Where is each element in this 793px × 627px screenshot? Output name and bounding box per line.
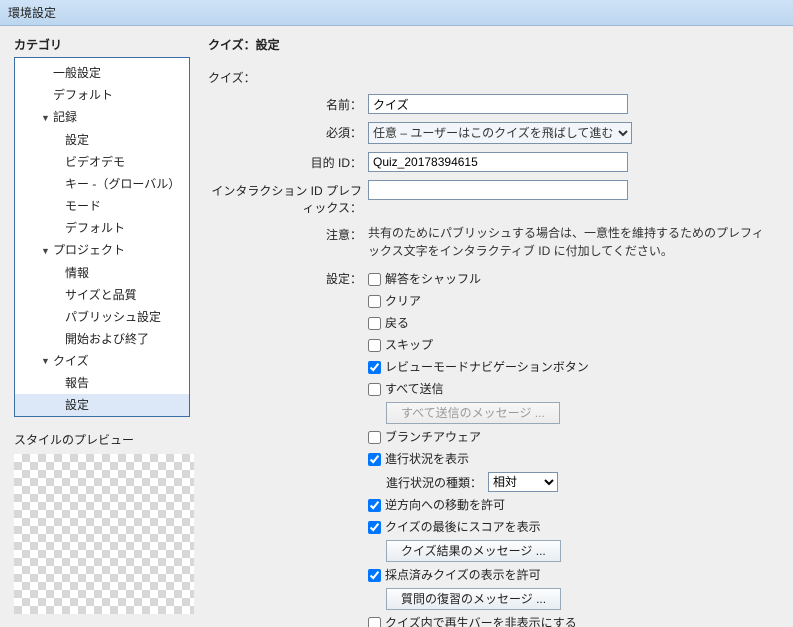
tree-item-label: 設定 (65, 133, 89, 147)
tree-item-label: クイズ (53, 354, 89, 368)
required-select[interactable]: 任意 – ユーザーはこのクイズを飛ばして進むこと... (368, 122, 632, 144)
tree-item[interactable]: ▼クイズ (15, 350, 189, 373)
tree-item[interactable]: デフォルト (15, 84, 189, 106)
check-hide-playbar[interactable]: クイズ内で再生バーを非表示にする (368, 614, 773, 627)
tree-item-label: 情報 (65, 266, 89, 280)
style-preview (14, 454, 194, 614)
window-title: 環境設定 (8, 6, 56, 20)
notice-label: 注意： (208, 224, 368, 243)
tree-item-label: プロジェクト (53, 243, 125, 257)
tree-item[interactable]: 情報 (15, 262, 189, 284)
progress-type-row: 進行状況の種類： 相対 (386, 472, 773, 492)
tree-item[interactable]: パブリッシュ設定 (15, 306, 189, 328)
chevron-down-icon: ▼ (41, 109, 51, 127)
progress-type-label: 進行状況の種類： (386, 474, 482, 491)
tree-item[interactable]: 一般設定 (15, 62, 189, 84)
tree-item[interactable]: 設定 (15, 394, 189, 416)
settings-label: 設定： (208, 270, 368, 287)
tree-item-label: デフォルト (65, 221, 125, 235)
tree-item[interactable]: 報告 (15, 372, 189, 394)
section-title: クイズ：設定 (208, 36, 773, 53)
name-label: 名前： (208, 94, 368, 113)
tree-item[interactable]: デフォルト (15, 217, 189, 239)
tree-item-label: 開始および終了 (65, 332, 149, 346)
check-shuffle[interactable]: 解答をシャッフル (368, 270, 773, 288)
tree-item-label: 報告 (65, 376, 89, 390)
right-pane: クイズ：設定 クイズ： 名前： 必須： 任意 – ユーザーはこのクイズを飛ばして… (200, 26, 793, 627)
interaction-prefix-label: インタラクション ID プレフィックス： (208, 180, 368, 216)
check-show-graded[interactable]: 採点済みクイズの表示を許可 (368, 566, 773, 584)
check-submit-all[interactable]: すべて送信 (368, 380, 773, 398)
tree-item[interactable]: モード (15, 195, 189, 217)
tree-item[interactable]: ▼プロジェクト (15, 239, 189, 262)
tree-item[interactable]: キー -（グローバル） (15, 173, 189, 195)
check-allow-back-nav[interactable]: 逆方向への移動を許可 (368, 496, 773, 514)
objective-id-input[interactable] (368, 152, 628, 172)
tree-item-label: ビデオデモ (65, 155, 125, 169)
tree-item-label: 一般設定 (53, 66, 101, 80)
check-branch-aware[interactable]: ブランチアウェア (368, 428, 773, 446)
review-message-button[interactable]: 質問の復習のメッセージ ... (386, 588, 561, 610)
submit-all-message-button: すべて送信のメッセージ ... (386, 402, 560, 424)
objective-id-label: 目的 ID： (208, 152, 368, 171)
tree-item-label: モード (65, 199, 101, 213)
tree-item-label: 設定 (65, 398, 89, 412)
window-titlebar: 環境設定 (0, 0, 793, 26)
tree-item[interactable]: 開始および終了 (15, 328, 189, 350)
required-label: 必須： (208, 122, 368, 141)
tree-item-label: キー -（グローバル） (65, 177, 180, 191)
tree-item[interactable]: 設定 (15, 129, 189, 151)
check-back[interactable]: 戻る (368, 314, 773, 332)
notice-text: 共有のためにパブリッシュする場合は、一意性を維持するためのプレフィックス文字をイ… (368, 224, 773, 260)
tree-item[interactable]: ビデオデモ (15, 151, 189, 173)
chevron-down-icon: ▼ (41, 242, 51, 260)
style-preview-label: スタイルのプレビュー (14, 431, 190, 448)
check-show-score-end[interactable]: クイズの最後にスコアを表示 (368, 518, 773, 536)
tree-item-label: サイズと品質 (65, 288, 137, 302)
name-input[interactable] (368, 94, 628, 114)
tree-item[interactable]: 合格 / 不合格 (15, 416, 189, 417)
content-area: カテゴリ 一般設定デフォルト▼記録設定ビデオデモキー -（グローバル）モードデフ… (0, 26, 793, 627)
quiz-result-message-button[interactable]: クイズ結果のメッセージ ... (386, 540, 561, 562)
check-skip[interactable]: スキップ (368, 336, 773, 354)
chevron-down-icon: ▼ (41, 352, 51, 370)
category-tree[interactable]: 一般設定デフォルト▼記録設定ビデオデモキー -（グローバル）モードデフォルト▼プ… (14, 57, 190, 417)
tree-item[interactable]: サイズと品質 (15, 284, 189, 306)
left-pane: カテゴリ 一般設定デフォルト▼記録設定ビデオデモキー -（グローバル）モードデフ… (0, 26, 200, 627)
interaction-prefix-input[interactable] (368, 180, 628, 200)
tree-item-label: パブリッシュ設定 (65, 310, 161, 324)
check-show-progress[interactable]: 進行状況を表示 (368, 450, 773, 468)
progress-type-select[interactable]: 相対 (488, 472, 558, 492)
check-review-nav[interactable]: レビューモードナビゲーションボタン (368, 358, 773, 376)
category-heading: カテゴリ (14, 36, 190, 53)
quiz-label: クイズ： (208, 67, 268, 86)
tree-item[interactable]: ▼記録 (15, 106, 189, 129)
tree-item-label: デフォルト (53, 88, 113, 102)
tree-item-label: 記録 (53, 110, 77, 124)
check-clear[interactable]: クリア (368, 292, 773, 310)
settings-checks: 解答をシャッフル クリア 戻る スキップ レビューモードナビゲーションボタン す… (368, 270, 773, 627)
